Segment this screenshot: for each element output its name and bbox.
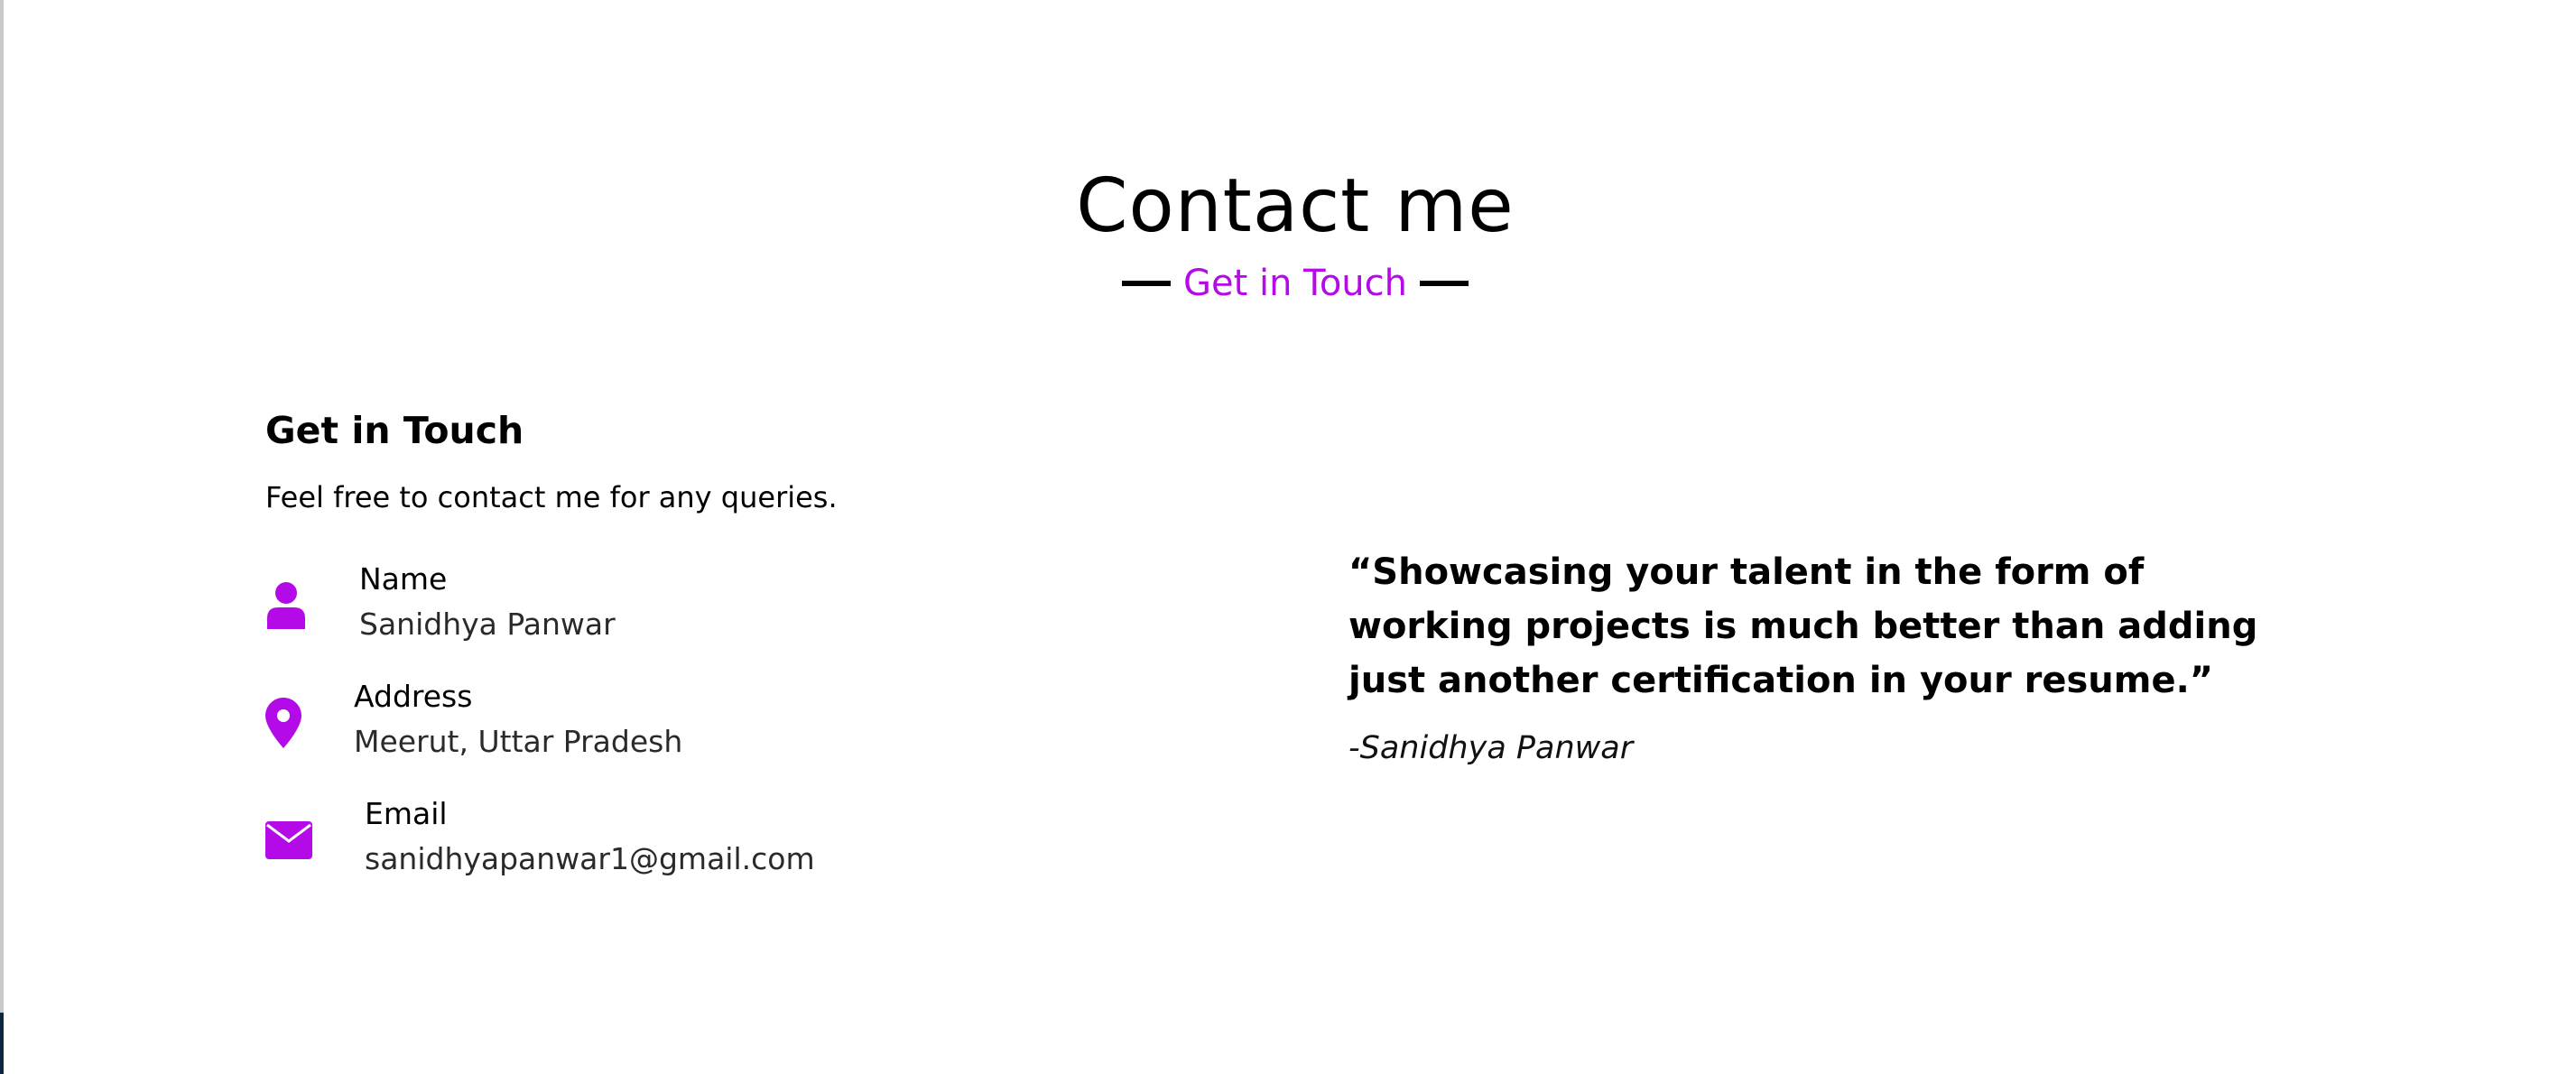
contact-item-label: Name [359, 561, 448, 597]
contact-item-value: sanidhyapanwar1@gmail.com [365, 840, 815, 876]
user-icon [265, 574, 359, 637]
window-edge-dark-strip [0, 1013, 4, 1074]
subtitle-dash-left [1122, 281, 1171, 286]
contact-heading: Get in Touch [265, 409, 524, 452]
quote-text: “Showcasing your talent in the form of w… [1348, 551, 2258, 701]
user-icon-graphic [267, 582, 305, 629]
envelope-icon-graphic [265, 821, 312, 859]
envelope-icon [265, 809, 365, 872]
quote-author: -Sanidhya Panwar [1348, 730, 1634, 766]
subtitle-text: Get in Touch [1183, 263, 1407, 304]
contact-item-name: Name Sanidhya Panwar [265, 561, 616, 642]
map-pin-icon-graphic [265, 698, 301, 748]
subtitle-dash-right [1420, 281, 1469, 286]
section-subtitle: Get in Touch [0, 265, 2576, 301]
contact-item-value: Sanidhya Panwar [359, 606, 616, 642]
map-pin-icon [265, 691, 354, 755]
contact-item-label: Address [354, 679, 473, 714]
contact-item-value: Meerut, Uttar Pradesh [354, 723, 683, 759]
contact-item-address: Address Meerut, Uttar Pradesh [265, 679, 682, 759]
contact-item-email: Email sanidhyapanwar1@gmail.com [265, 796, 815, 876]
contact-description: Feel free to contact me for any queries. [265, 480, 838, 514]
section-title: Contact me [1076, 163, 1515, 249]
contact-item-label: Email [365, 796, 448, 831]
window-edge [0, 0, 4, 1074]
